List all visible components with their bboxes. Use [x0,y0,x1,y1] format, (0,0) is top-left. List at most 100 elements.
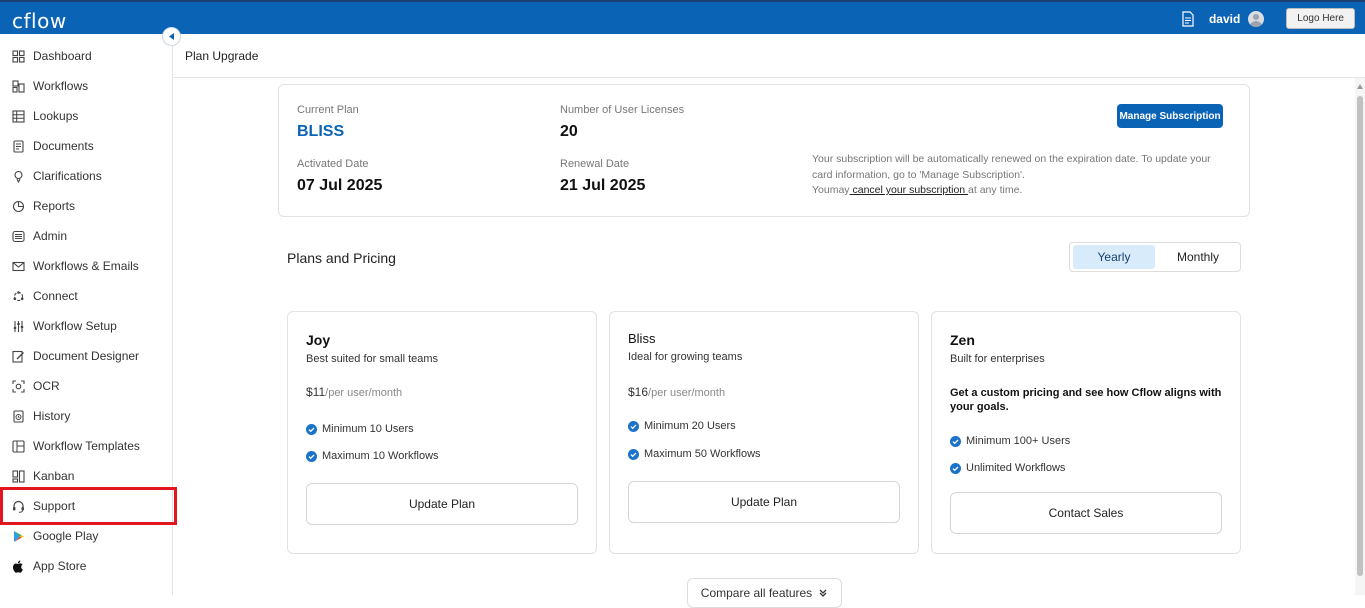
update-plan-button[interactable]: Update Plan [306,483,578,525]
designer-icon [12,350,25,363]
sidebar-item-support[interactable]: Support [0,487,177,525]
sidebar-item-history[interactable]: History [0,401,173,431]
mail-icon [12,260,25,273]
billing-period-toggle: Yearly Monthly [1069,242,1241,272]
kanban-icon [12,469,25,483]
scrollbar-thumb[interactable] [1357,96,1363,576]
feature-label: Minimum 20 Users [644,420,736,432]
feature-label: Unlimited Workflows [966,462,1066,474]
sidebar-item-label: Documents [33,139,94,153]
activated-date-value: 07 Jul 2025 [297,177,383,194]
sidebar-item-label: Workflows & Emails [33,259,139,273]
tier-desc: Ideal for growing teams [628,351,743,363]
history-icon [12,409,25,423]
feature-label: Maximum 50 Workflows [644,448,761,460]
price-amount: $11 [306,385,326,399]
custom-pricing-text: Get a custom pricing and see how Cflow a… [950,387,1222,413]
reports-icon [12,200,25,213]
sidebar-item-label: Support [33,499,76,513]
sidebar-item-label: OCR [33,379,60,393]
logo-here-button[interactable]: Logo Here [1286,8,1355,29]
renewal-date-label: Renewal Date [560,158,630,170]
page-title: Plan Upgrade [185,49,259,63]
sidebar-item-clarifications[interactable]: Clarifications [0,161,173,191]
sidebar-item-dashboard[interactable]: Dashboard [0,41,173,71]
tier-card-bliss: Bliss Ideal for growing teams $16/per us… [609,311,919,554]
sidebar-item-workflows[interactable]: Workflows [0,71,173,101]
licenses-label: Number of User Licenses [560,104,685,116]
tier-price: $16/per user/month [628,385,725,399]
dashboard-icon [12,49,25,63]
compare-label: Compare all features [700,586,813,600]
ocr-icon [12,379,25,393]
feature-item: Maximum 50 Workflows [628,448,761,460]
compare-features-button[interactable]: Compare all features [687,578,842,608]
top-bar: cflow david Logo Here [0,0,1365,34]
sidebar-item-google-play[interactable]: Google Play [0,521,173,551]
sidebar-item-documents[interactable]: Documents [0,131,173,161]
document-icon[interactable] [1181,10,1195,27]
tier-card-zen: Zen Built for enterprises Get a custom p… [931,311,1241,554]
scroll-up-icon[interactable] [1357,84,1363,89]
sidebar-item-label: Workflow Templates [33,439,140,453]
feature-label: Minimum 10 Users [322,423,414,435]
price-amount: $16 [628,385,649,399]
username[interactable]: david [1209,12,1240,26]
sidebar-collapse-button[interactable] [162,27,181,46]
documents-icon [12,139,25,153]
support-icon [12,500,25,513]
sidebar-item-label: Dashboard [33,49,92,63]
sidebar-item-label: Lookups [33,109,79,123]
feature-item: Maximum 10 Workflows [306,450,439,462]
sidebar: Dashboard Workflows Lookups Documents Cl… [0,34,177,595]
chevron-double-down-icon [819,589,827,597]
price-unit: /per user/month [648,387,726,399]
update-plan-button[interactable]: Update Plan [628,481,900,523]
plans-pricing-title: Plans and Pricing [287,250,396,266]
cflow-logo[interactable]: cflow [12,9,67,33]
avatar[interactable] [1248,10,1265,27]
workflows-icon [12,79,25,93]
current-plan-card: Current Plan BLISS Number of User Licens… [278,84,1250,217]
sidebar-item-lookups[interactable]: Lookups [0,101,173,131]
triangle-left-icon [169,33,174,40]
tier-name: Bliss [628,331,656,346]
apple-icon [12,560,25,573]
toggle-monthly[interactable]: Monthly [1158,245,1238,269]
tier-name: Zen [950,332,975,348]
sidebar-item-workflow-setup[interactable]: Workflow Setup [0,311,173,341]
sidebar-item-label: Connect [33,289,78,303]
tier-price: $11/per user/month [306,385,402,399]
tier-desc: Built for enterprises [950,353,1045,365]
price-unit: /per user/month [325,387,403,399]
contact-sales-button[interactable]: Contact Sales [950,492,1222,534]
renewal-info: Your subscription will be automatically … [812,153,1211,181]
licenses-value: 20 [560,123,578,140]
manage-subscription-button[interactable]: Manage Subscription [1117,104,1223,128]
sidebar-item-label: History [33,409,71,423]
sidebar-item-document-designer[interactable]: Document Designer [0,341,173,371]
sidebar-item-app-store[interactable]: App Store [0,551,173,581]
top-right-actions: david Logo Here [1181,8,1355,29]
toggle-yearly[interactable]: Yearly [1073,245,1155,269]
renewal-date-value: 21 Jul 2025 [560,177,646,194]
sidebar-item-admin[interactable]: Admin [0,221,173,251]
sidebar-item-label: Admin [33,229,68,243]
check-circle-icon [628,420,639,432]
sidebar-item-connect[interactable]: Connect [0,281,173,311]
page-scrollbar[interactable] [1355,78,1365,595]
check-circle-icon [306,423,317,435]
cancel-subscription-link[interactable]: cancel your subscription [850,184,968,196]
connect-icon [12,290,25,303]
admin-icon [12,230,25,243]
sidebar-item-workflows-emails[interactable]: Workflows & Emails [0,251,173,281]
sidebar-item-ocr[interactable]: OCR [0,371,173,401]
current-plan-value: BLISS [297,123,345,140]
check-circle-icon [950,462,961,474]
current-plan-label: Current Plan [297,104,359,116]
sidebar-item-workflow-templates[interactable]: Workflow Templates [0,431,173,461]
feature-item: Minimum 100+ Users [950,435,1070,447]
tier-card-joy: Joy Best suited for small teams $11/per … [287,311,597,554]
templates-icon [12,439,25,453]
sidebar-item-reports[interactable]: Reports [0,191,173,221]
